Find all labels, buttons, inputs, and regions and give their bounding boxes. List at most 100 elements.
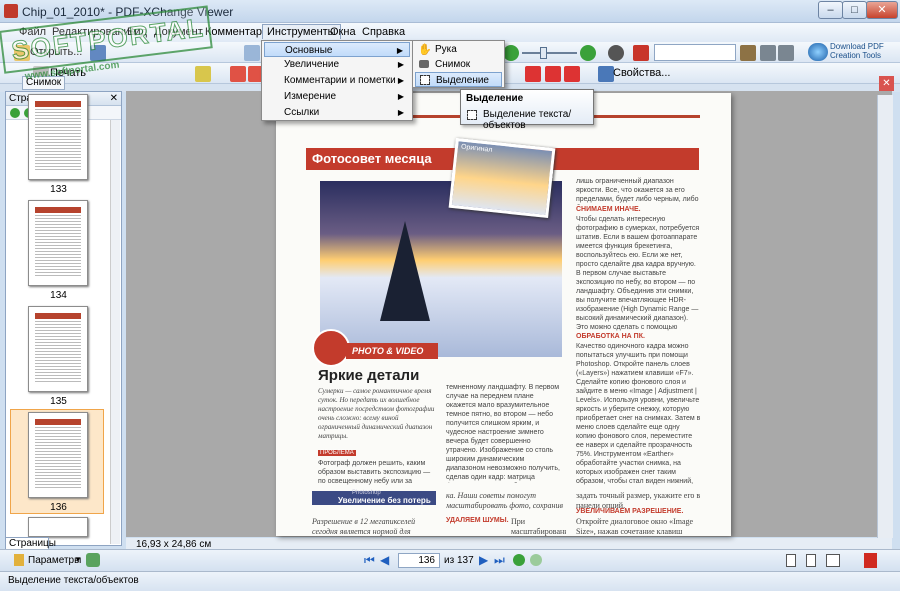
text-tool-icon[interactable]	[195, 66, 211, 82]
zoom-out-icon[interactable]	[580, 45, 596, 61]
globe-icon	[808, 43, 828, 61]
photo-badge: PHOTO & VIDEO	[346, 343, 438, 359]
thumb-band	[35, 207, 81, 213]
submenu-item-select[interactable]: Выделение	[415, 72, 502, 87]
back-icon[interactable]	[513, 554, 525, 566]
find-icon[interactable]	[608, 45, 624, 61]
basic-submenu: ✋ Рука Снимок Выделение	[412, 40, 505, 88]
menu-item-measure[interactable]: Измерение ▶	[264, 89, 410, 104]
menu-item-basic[interactable]: Основные ▶	[264, 42, 410, 57]
tree-shape	[380, 221, 430, 321]
customize-icon[interactable]	[778, 45, 794, 61]
thumb-band	[35, 419, 81, 425]
single-page-icon[interactable]	[786, 554, 796, 567]
problem-text: Фотограф должен решить, каким образом вы…	[318, 460, 431, 485]
tooltip: Выделение Выделение текста/объектов	[460, 89, 594, 131]
close-panel-icon[interactable]: ✕	[110, 92, 118, 106]
forward-icon[interactable]	[530, 554, 542, 566]
close-button[interactable]: ✕	[866, 1, 898, 19]
thumb-lines	[35, 427, 81, 489]
thumb-label: 134	[50, 290, 67, 301]
col3-text3: Качество одиночного кадра можно попытать…	[576, 343, 701, 485]
submenu-item-hand-label: Рука	[435, 44, 457, 55]
menu-item-links-label: Ссылки	[284, 107, 320, 118]
menu-item-measure-label: Измерение	[284, 91, 337, 102]
obrabotka-label: ОБРАБОТКА НА ПК.	[576, 333, 645, 340]
snimaem-label: СНИМАЕМ ИНАЧЕ.	[576, 206, 641, 213]
line-tool-icon[interactable]	[230, 66, 246, 82]
box-title: Увеличение без потерь	[338, 496, 431, 505]
continuous-icon[interactable]	[806, 554, 816, 567]
settings-icon[interactable]	[760, 45, 776, 61]
properties-button[interactable]: Свойства...	[613, 67, 670, 79]
eraser-icon[interactable]	[564, 66, 580, 82]
thumb-band	[35, 101, 81, 107]
download-tools-button[interactable]: Download PDF Creation Tools	[808, 42, 898, 63]
col3-text2: Чтобы сделать интересную фотографию в су…	[576, 216, 700, 331]
page-thumbnail[interactable]	[28, 94, 88, 180]
page-total: из 137	[444, 555, 474, 566]
page-thumbnail[interactable]	[28, 200, 88, 286]
submenu-item-hand[interactable]: ✋ Рука	[415, 42, 502, 57]
submenu-arrow-icon: ▶	[397, 92, 404, 101]
navigation-bar: Параметры ▼ ⏮ ◀ 136 из 137 ▶ ⏭	[0, 549, 900, 571]
thumb-lines	[35, 321, 81, 383]
page-number-input[interactable]: 136	[398, 553, 440, 568]
vertical-scrollbar[interactable]	[877, 95, 893, 538]
page-thumbnail[interactable]	[28, 517, 88, 537]
article-lead: Сумерки — самое романтичное время суток.…	[318, 387, 435, 440]
maximize-button[interactable]: □	[842, 1, 867, 19]
params-icon	[14, 554, 24, 566]
menu-windows[interactable]: Окна	[326, 25, 360, 39]
page-number-value: 136	[418, 555, 435, 566]
status-bar: Выделение текста/объектов	[0, 571, 900, 591]
menu-item-links[interactable]: Ссылки ▶	[264, 105, 410, 120]
zoom-slider[interactable]	[522, 52, 577, 54]
zoom-in-thumbs-icon[interactable]	[10, 108, 20, 118]
next-page-button[interactable]: ▶	[479, 553, 488, 567]
pdf-export-icon[interactable]	[864, 553, 877, 568]
copy-icon[interactable]	[244, 45, 260, 61]
submenu-arrow-icon: ▶	[397, 108, 404, 117]
pdf-page[interactable]: Фотосовет месяца Оригинал PHOTO & VIDEO …	[276, 93, 731, 536]
zoom-slider-thumb[interactable]	[540, 47, 547, 59]
menu-item-zoom[interactable]: Увеличение ▶	[264, 57, 410, 72]
hand-icon: ✋	[418, 44, 432, 56]
submenu-item-snapshot[interactable]: Снимок	[415, 57, 502, 72]
pages-tab-label: Страницы	[9, 538, 56, 549]
submenu-arrow-icon: ▶	[396, 46, 403, 55]
zoom-in-icon[interactable]	[503, 45, 519, 61]
thumb-label: 135	[50, 396, 67, 407]
properties-icon[interactable]	[598, 66, 614, 82]
col3-text: лишь ограниченный диапазон яркости. Все,…	[576, 178, 699, 203]
menu-item-comments[interactable]: Комментарии и пометки ▶	[264, 73, 410, 88]
first-page-button[interactable]: ⏮	[364, 553, 375, 568]
select-text-icon	[467, 110, 477, 120]
page-thumbnail[interactable]	[28, 306, 88, 392]
pen-tool-icon[interactable]	[525, 66, 541, 82]
page-thumbnail-selected[interactable]	[28, 412, 88, 498]
abc-spell-icon[interactable]	[633, 45, 649, 61]
facing-icon[interactable]	[826, 554, 840, 567]
minimize-button[interactable]: –	[818, 1, 843, 19]
tools-menu: Основные ▶ Увеличение ▶ Комментарии и поме…	[261, 40, 413, 121]
params-dropdown-icon[interactable]: ▼	[74, 555, 82, 564]
submenu-item-select-label: Выделение	[436, 75, 489, 86]
download-label: Download PDF Creation Tools	[830, 42, 884, 60]
pages-panel: Страницы ✕ 133 134 135 136	[5, 91, 122, 546]
prev-page-button[interactable]: ◀	[380, 553, 389, 567]
submenu-arrow-icon: ▶	[397, 76, 404, 85]
col2-bottom2: При масштабировании увеличиваются не тол…	[511, 517, 566, 536]
original-label: Оригинал	[460, 143, 493, 154]
article-header: Фотосовет месяца	[312, 151, 432, 166]
tools-icon[interactable]	[740, 45, 756, 61]
layers-icon[interactable]	[86, 553, 100, 567]
thumb-lines	[35, 215, 81, 277]
stamp-icon[interactable]	[545, 66, 561, 82]
close-document-icon[interactable]: ✕	[879, 76, 894, 91]
col3-bottom2: Откройте диалоговое окно «Image Size», н…	[576, 517, 694, 536]
last-page-button[interactable]: ⏭	[494, 553, 505, 568]
menu-help[interactable]: Справка	[358, 25, 409, 39]
thumb-scrollbar[interactable]	[110, 120, 120, 544]
search-combo[interactable]	[654, 44, 736, 61]
